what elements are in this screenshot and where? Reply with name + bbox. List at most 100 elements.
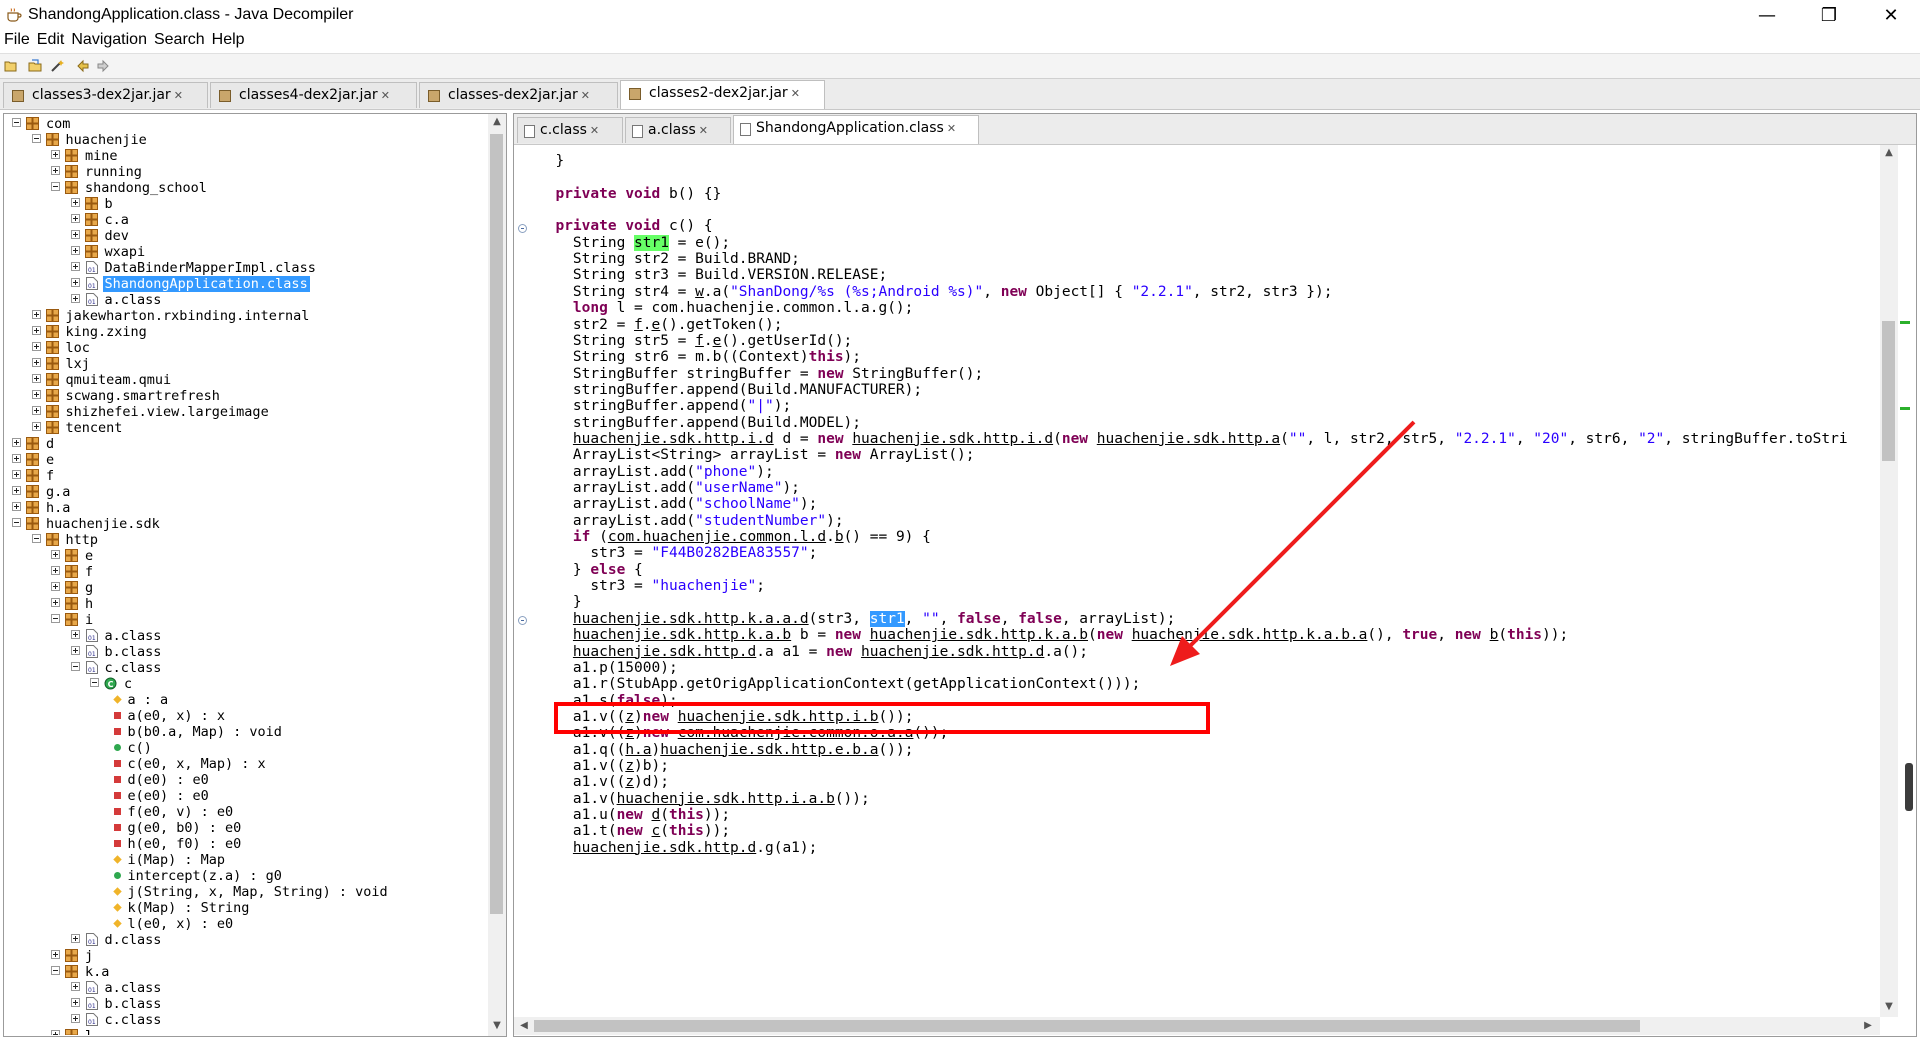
tree-row[interactable]: k.a	[4, 964, 484, 980]
back-arrow-icon[interactable]	[76, 59, 90, 73]
type-link[interactable]: huachenjie.sdk.http.d	[861, 644, 1044, 660]
tree-row[interactable]: 01 d.class	[4, 932, 484, 948]
tree-row[interactable]: e(e0) : e0	[4, 788, 484, 804]
editor-vscroll-thumb[interactable]	[1882, 321, 1895, 461]
tree-row[interactable]: mine	[4, 148, 484, 164]
close-button[interactable]: ✕	[1862, 0, 1920, 30]
close-tab-icon[interactable]: ✕	[791, 87, 800, 100]
expand-icon[interactable]	[12, 454, 21, 463]
tree-row[interactable]: a : a	[4, 692, 484, 708]
scroll-left-icon[interactable]: ◀	[516, 1018, 532, 1034]
editor-vscrollbar[interactable]: ▲ ▼	[1880, 145, 1898, 1017]
expand-icon[interactable]	[70, 198, 80, 207]
tree-row[interactable]: i(Map) : Map	[4, 852, 484, 868]
collapse-icon[interactable]	[51, 182, 60, 191]
tree-row[interactable]: f	[4, 468, 484, 484]
editor-hscroll-thumb[interactable]	[534, 1020, 1640, 1032]
expand-icon[interactable]	[51, 582, 60, 591]
tree-row[interactable]: 01 a.class	[4, 628, 484, 644]
close-tab-icon[interactable]: ✕	[947, 122, 956, 135]
collapse-icon[interactable]	[31, 534, 41, 543]
tree-row[interactable]: f	[4, 564, 484, 580]
minimize-button[interactable]: —	[1738, 0, 1796, 30]
tree-row[interactable]: loc	[4, 340, 484, 356]
tree-row[interactable]: http	[4, 532, 484, 548]
tree-row[interactable]: h	[4, 596, 484, 612]
expand-icon[interactable]	[51, 150, 60, 159]
tree-row[interactable]: f(e0, v) : e0	[4, 804, 484, 820]
tree-row[interactable]: 01 b.class	[4, 996, 484, 1012]
expand-icon[interactable]	[70, 246, 80, 255]
tree-row[interactable]: 01 a.class	[4, 980, 484, 996]
wand-icon[interactable]	[50, 59, 64, 73]
tree-row[interactable]: b(b0.a, Map) : void	[4, 724, 484, 740]
close-tab-icon[interactable]: ✕	[590, 124, 599, 137]
expand-icon[interactable]	[70, 278, 80, 287]
tree-row[interactable]: l(e0, x) : e0	[4, 916, 484, 932]
expand-icon[interactable]	[51, 166, 60, 175]
tree-row[interactable]: i	[4, 612, 484, 628]
collapse-icon[interactable]	[51, 614, 60, 623]
expand-icon[interactable]	[12, 470, 21, 479]
expand-icon[interactable]	[51, 598, 60, 607]
expand-icon[interactable]	[12, 438, 21, 447]
tree-row[interactable]: lxj	[4, 356, 484, 372]
tree-row[interactable]: b	[4, 196, 484, 212]
tree-row[interactable]: 01 c.class	[4, 660, 484, 676]
expand-icon[interactable]	[31, 358, 41, 367]
expand-icon[interactable]	[70, 214, 80, 223]
tree-row[interactable]: 01 a.class	[4, 292, 484, 308]
collapse-icon[interactable]	[12, 118, 21, 127]
tree-row[interactable]: com	[4, 116, 484, 132]
expand-icon[interactable]	[70, 230, 80, 239]
expand-icon[interactable]	[12, 486, 21, 495]
expand-icon[interactable]	[31, 342, 41, 351]
open-folder-icon[interactable]	[4, 59, 18, 73]
menu-help[interactable]: Help	[208, 30, 245, 49]
expand-icon[interactable]	[31, 310, 41, 319]
code-line[interactable]: }	[538, 151, 564, 171]
expand-icon[interactable]	[51, 1030, 60, 1035]
collapse-icon[interactable]	[70, 662, 80, 671]
package-tree[interactable]: com huachenjie mine running shandong_school b…	[4, 115, 488, 1035]
expand-icon[interactable]	[70, 934, 80, 943]
tree-row[interactable]: shizhefei.view.largeimage	[4, 404, 484, 420]
tree-row[interactable]: c.a	[4, 212, 484, 228]
tree-row[interactable]: scwang.smartrefresh	[4, 388, 484, 404]
file-tab-c-class[interactable]: c.class ✕	[517, 117, 623, 143]
collapse-icon[interactable]	[51, 966, 60, 975]
tree-row[interactable]: wxapi	[4, 244, 484, 260]
jar-tab-classes4[interactable]: classes4-dex2jar.jar ✕	[210, 82, 417, 108]
tree-row[interactable]: Cc	[4, 676, 484, 692]
expand-icon[interactable]	[31, 326, 41, 335]
tree-row[interactable]: shandong_school	[4, 180, 484, 196]
editor-hscrollbar[interactable]: ◀ ▶	[514, 1017, 1880, 1035]
tree-row[interactable]: j	[4, 948, 484, 964]
scroll-down-icon[interactable]: ▼	[489, 1018, 505, 1034]
type-link[interactable]: huachenjie.sdk.http.d	[573, 840, 756, 856]
tree-row[interactable]: 01 b.class	[4, 644, 484, 660]
file-tab-a-class[interactable]: a.class ✕	[625, 117, 731, 143]
expand-icon[interactable]	[70, 998, 80, 1007]
close-tab-icon[interactable]: ✕	[699, 124, 708, 137]
tree-row[interactable]: king.zxing	[4, 324, 484, 340]
expand-icon[interactable]	[51, 950, 60, 959]
expand-icon[interactable]	[31, 422, 41, 431]
tree-row[interactable]: h.a	[4, 500, 484, 516]
menu-search[interactable]: Search	[150, 30, 205, 49]
tree-row[interactable]: e	[4, 548, 484, 564]
tree-row[interactable]: intercept(z.a) : g0	[4, 868, 484, 884]
tree-scroll-thumb[interactable]	[490, 134, 503, 914]
tree-row[interactable]: running	[4, 164, 484, 180]
collapse-icon[interactable]	[31, 134, 41, 143]
tree-row[interactable]: 01 DataBinderMapperImpl.class	[4, 260, 484, 276]
tree-row[interactable]: huachenjie.sdk	[4, 516, 484, 532]
type-link[interactable]: huachenjie.sdk.http.a	[1097, 431, 1280, 447]
tree-row[interactable]: c()	[4, 740, 484, 756]
scroll-up-icon[interactable]: ▲	[489, 114, 505, 130]
tree-row[interactable]: g(e0, b0) : e0	[4, 820, 484, 836]
tree-row[interactable]: g	[4, 580, 484, 596]
menu-file[interactable]: File	[0, 30, 30, 49]
tree-row[interactable]: huachenjie	[4, 132, 484, 148]
expand-icon[interactable]	[12, 502, 21, 511]
